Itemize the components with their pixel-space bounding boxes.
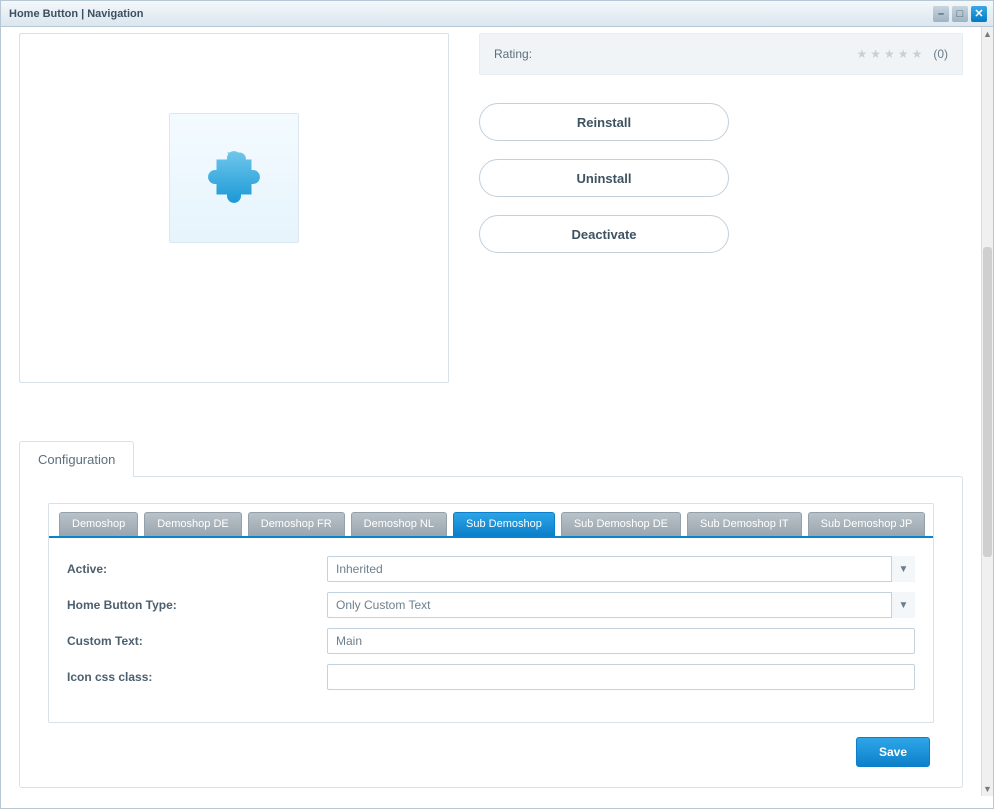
shop-tab-sub-demoshop-it[interactable]: Sub Demoshop IT <box>687 512 802 536</box>
star-icon: ★ <box>884 47 895 61</box>
form-actions: Save <box>48 737 934 767</box>
icon-class-label: Icon css class: <box>67 670 327 684</box>
configuration-section: Configuration Demoshop Demoshop DE Demos… <box>19 441 963 788</box>
shop-config-form: Active: ▼ Home Button Type: ▼ <box>49 538 933 722</box>
star-icon: ★ <box>912 47 923 61</box>
minimize-button[interactable]: – <box>933 6 949 22</box>
shop-tab-strip: Demoshop Demoshop DE Demoshop FR Demosho… <box>49 504 933 538</box>
rating-stars: ★ ★ ★ ★ ★ (0) <box>857 47 949 61</box>
maximize-button[interactable]: □ <box>952 6 968 22</box>
deactivate-button[interactable]: Deactivate <box>479 215 729 253</box>
star-icon: ★ <box>898 47 909 61</box>
window-controls: – □ ✕ <box>933 6 987 22</box>
row-custom-text: Custom Text: <box>67 628 915 654</box>
shop-tab-demoshop-de[interactable]: Demoshop DE <box>144 512 242 536</box>
row-home-button-type: Home Button Type: ▼ <box>67 592 915 618</box>
plugin-actions-column: Rating: ★ ★ ★ ★ ★ (0) Reinstall Uninstal… <box>479 33 963 383</box>
scroll-down-icon[interactable]: ▼ <box>982 782 993 796</box>
star-icon: ★ <box>870 47 881 61</box>
icon-class-input[interactable] <box>327 664 915 690</box>
shop-tab-sub-demoshop-jp[interactable]: Sub Demoshop JP <box>808 512 926 536</box>
shop-tab-demoshop-nl[interactable]: Demoshop NL <box>351 512 447 536</box>
configuration-body: Demoshop Demoshop DE Demoshop FR Demosho… <box>19 476 963 788</box>
window-titlebar: Home Button | Navigation – □ ✕ <box>1 1 993 27</box>
row-icon-class: Icon css class: <box>67 664 915 690</box>
shop-tab-demoshop-fr[interactable]: Demoshop FR <box>248 512 345 536</box>
plugin-icon-tile <box>169 113 299 243</box>
home-button-type-label: Home Button Type: <box>67 598 327 612</box>
shop-config-panel: Demoshop Demoshop DE Demoshop FR Demosho… <box>48 503 934 723</box>
active-label: Active: <box>67 562 327 576</box>
vertical-scrollbar[interactable]: ▲ ▼ <box>981 27 993 796</box>
plugin-summary-row: Rating: ★ ★ ★ ★ ★ (0) Reinstall Uninstal… <box>19 33 963 383</box>
scroll-thumb[interactable] <box>983 247 992 557</box>
star-icon: ★ <box>857 47 868 61</box>
reinstall-button[interactable]: Reinstall <box>479 103 729 141</box>
close-button[interactable]: ✕ <box>971 6 987 22</box>
plugin-config-window: Home Button | Navigation – □ ✕ <box>0 0 994 809</box>
row-active: Active: ▼ <box>67 556 915 582</box>
window-title: Home Button | Navigation <box>9 8 143 20</box>
tab-configuration[interactable]: Configuration <box>19 441 134 477</box>
active-select[interactable] <box>327 556 915 582</box>
shop-tab-sub-demoshop-de[interactable]: Sub Demoshop DE <box>561 512 681 536</box>
custom-text-input[interactable] <box>327 628 915 654</box>
configuration-tab-strip: Configuration <box>19 441 963 477</box>
home-button-type-select[interactable] <box>327 592 915 618</box>
shop-tab-demoshop[interactable]: Demoshop <box>59 512 138 536</box>
scroll-up-icon[interactable]: ▲ <box>982 27 993 41</box>
rating-label: Rating: <box>494 47 532 61</box>
rating-count: (0) <box>933 47 948 61</box>
content-area: Rating: ★ ★ ★ ★ ★ (0) Reinstall Uninstal… <box>1 27 981 796</box>
rating-box: Rating: ★ ★ ★ ★ ★ (0) <box>479 33 963 75</box>
custom-text-label: Custom Text: <box>67 634 327 648</box>
plugin-preview-box <box>19 33 449 383</box>
save-button[interactable]: Save <box>856 737 930 767</box>
uninstall-button[interactable]: Uninstall <box>479 159 729 197</box>
shop-tab-sub-demoshop[interactable]: Sub Demoshop <box>453 512 555 536</box>
puzzle-piece-icon <box>199 142 269 215</box>
